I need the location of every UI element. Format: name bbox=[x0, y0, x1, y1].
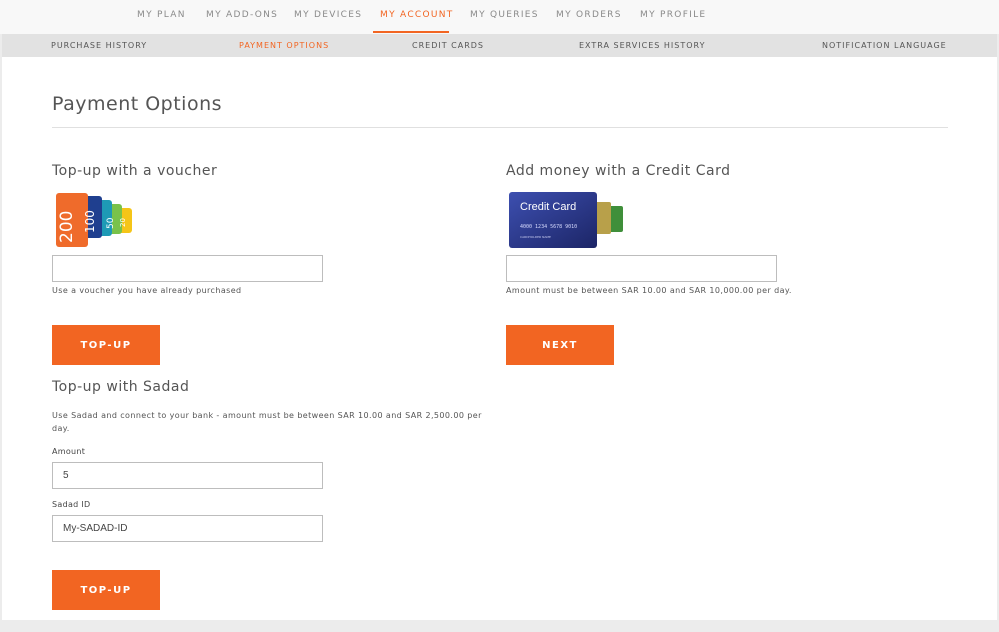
page-title: Payment Options bbox=[52, 93, 223, 115]
credit-card-holder: CARDHOLDER NAME bbox=[520, 235, 551, 239]
subnav-payment-options[interactable]: PAYMENT OPTIONS bbox=[239, 34, 329, 57]
main-content: Payment Options Top-up with a voucher 20… bbox=[2, 57, 997, 620]
subnav-purchase-history[interactable]: PURCHASE HISTORY bbox=[51, 34, 147, 57]
nav-my-add-ons[interactable]: MY ADD-ONS bbox=[206, 0, 278, 34]
voucher-cards-image: 200 100 50 20 bbox=[56, 193, 132, 247]
voucher-code-input[interactable] bbox=[52, 255, 323, 282]
sadad-id-label: Sadad ID bbox=[52, 500, 91, 509]
voucher-help-text: Use a voucher you have already purchased bbox=[52, 286, 242, 295]
voucher-value-50: 50 bbox=[106, 217, 116, 229]
credit-card-section-title: Add money with a Credit Card bbox=[506, 163, 731, 179]
nav-my-account[interactable]: MY ACCOUNT bbox=[380, 0, 454, 34]
voucher-value-100: 100 bbox=[83, 210, 97, 233]
active-tab-indicator bbox=[373, 31, 449, 33]
credit-card-amount-input[interactable] bbox=[506, 255, 777, 282]
subnav-credit-cards[interactable]: CREDIT CARDS bbox=[412, 34, 484, 57]
back-card-gold bbox=[595, 202, 611, 234]
sub-navigation: PURCHASE HISTORY PAYMENT OPTIONS CREDIT … bbox=[2, 34, 997, 57]
credit-card-number: 4000 1234 5678 9010 bbox=[520, 224, 577, 230]
nav-my-orders[interactable]: MY ORDERS bbox=[556, 0, 622, 34]
sadad-top-up-button[interactable]: TOP-UP bbox=[52, 570, 160, 610]
nav-my-queries[interactable]: MY QUERIES bbox=[470, 0, 539, 34]
voucher-value-20: 20 bbox=[119, 218, 127, 227]
nav-my-profile[interactable]: MY PROFILE bbox=[640, 0, 706, 34]
nav-my-devices[interactable]: MY DEVICES bbox=[294, 0, 362, 34]
credit-card-image: Credit Card 4000 1234 5678 9010 CARDHOLD… bbox=[509, 192, 623, 248]
subnav-notification-language[interactable]: NOTIFICATION LANGUAGE bbox=[822, 34, 947, 57]
credit-card-help-text: Amount must be between SAR 10.00 and SAR… bbox=[506, 286, 792, 295]
sadad-amount-label: Amount bbox=[52, 447, 86, 456]
credit-card-next-button[interactable]: NEXT bbox=[506, 325, 614, 365]
subnav-extra-services-history[interactable]: EXTRA SERVICES HISTORY bbox=[579, 34, 705, 57]
nav-my-plan[interactable]: MY PLAN bbox=[137, 0, 186, 34]
sadad-id-input[interactable] bbox=[52, 515, 323, 542]
voucher-top-up-button[interactable]: TOP-UP bbox=[52, 325, 160, 365]
title-divider bbox=[52, 127, 948, 128]
credit-card-label: Credit Card bbox=[520, 201, 576, 213]
voucher-section-title: Top-up with a voucher bbox=[52, 163, 218, 179]
sadad-amount-input[interactable] bbox=[52, 462, 323, 489]
sadad-section-title: Top-up with Sadad bbox=[52, 379, 190, 395]
top-navigation: MY PLAN MY ADD-ONS MY DEVICES MY ACCOUNT… bbox=[0, 0, 999, 34]
sadad-help-text: Use Sadad and connect to your bank - amo… bbox=[52, 411, 482, 433]
voucher-value-200: 200 bbox=[57, 211, 77, 243]
